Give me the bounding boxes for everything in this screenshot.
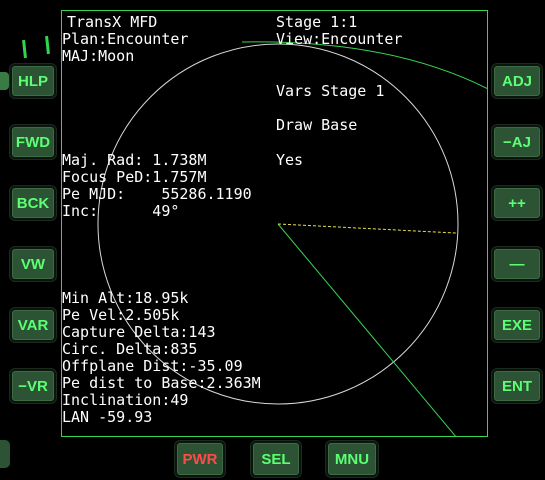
direction-line <box>277 223 456 436</box>
min-altitude: Min Alt:18.95k <box>62 289 189 307</box>
exe-button-label: EXE <box>501 316 532 334</box>
sel-button[interactable]: SEL <box>251 441 301 477</box>
major-body: MAJ:Moon <box>62 47 135 65</box>
sel-button-label: SEL <box>261 450 291 468</box>
ent-button-label: ENT <box>502 377 532 395</box>
focus-periapsis-distance: Focus PeD:1.757M <box>62 168 207 186</box>
background-mark <box>0 440 10 468</box>
major-radius: Maj. Rad: 1.738M <box>62 151 207 169</box>
vw-button[interactable]: VW <box>10 247 56 281</box>
hlp-button[interactable]: HLP <box>10 64 56 98</box>
pwr-button-label: PWR <box>182 450 218 468</box>
ent-button[interactable]: ENT <box>492 369 542 403</box>
mfd-screen: TransX MFD Stage 1:1 Plan:Encounter View… <box>61 10 488 437</box>
bck-button-label: BCK <box>16 194 50 212</box>
var-button-label: VAR <box>17 316 49 334</box>
minus-vr-button[interactable]: −VR <box>10 369 56 403</box>
capture-delta: Capture Delta:143 <box>62 323 216 341</box>
minus-aj-button-label: −AJ <box>503 133 531 151</box>
periapsis-mjd: Pe MJD: 55286.1190 <box>62 185 252 203</box>
bck-button[interactable]: BCK <box>10 186 56 220</box>
fwd-button[interactable]: FWD <box>10 125 56 159</box>
var-button[interactable]: VAR <box>10 308 56 342</box>
hlp-button-label: HLP <box>18 72 48 90</box>
draw-base-value: Yes <box>276 151 304 169</box>
background-mark <box>22 39 27 59</box>
plan-mode: Plan:Encounter <box>62 30 189 48</box>
vw-button-label: VW <box>20 255 46 273</box>
minus-vr-button-label: −VR <box>18 377 48 395</box>
inclination: Inclination:49 <box>62 391 189 409</box>
vars-stage: Vars Stage 1 <box>276 82 385 100</box>
plus-plus-button-label: ++ <box>508 194 526 212</box>
draw-base: Draw Base <box>276 116 358 134</box>
offplane-distance: Offplane Dist:-35.09 <box>62 357 243 375</box>
inclination-short: Inc: 49° <box>62 202 180 220</box>
mfd-title: TransX MFD <box>67 13 158 31</box>
mnu-button[interactable]: MNU <box>326 441 378 477</box>
exe-button[interactable]: EXE <box>492 308 542 342</box>
fwd-button-label: FWD <box>15 133 51 151</box>
pwr-button[interactable]: PWR <box>175 441 225 477</box>
mnu-button-label: MNU <box>334 450 370 468</box>
background-mark <box>0 72 9 90</box>
longitude-ascending-node: LAN -59.93 <box>62 408 153 426</box>
minus-minus-button-label: — <box>509 255 525 273</box>
periapsis-velocity: Pe Vel:2.505k <box>62 306 180 324</box>
adj-button-label: ADJ <box>501 72 532 90</box>
minus-minus-button[interactable]: — <box>492 247 542 281</box>
plus-plus-button[interactable]: ++ <box>492 186 542 220</box>
circularization-delta: Circ. Delta:835 <box>62 340 198 358</box>
adj-button[interactable]: ADJ <box>492 64 542 98</box>
view-mode: View:Encounter <box>276 30 403 48</box>
background-mark <box>45 35 50 55</box>
minus-aj-button[interactable]: −AJ <box>492 125 542 159</box>
base-direction-line <box>277 223 457 234</box>
stage-indicator: Stage 1:1 <box>276 13 358 31</box>
periapsis-distance-to-base: Pe dist to Base:2.363M <box>62 374 261 392</box>
